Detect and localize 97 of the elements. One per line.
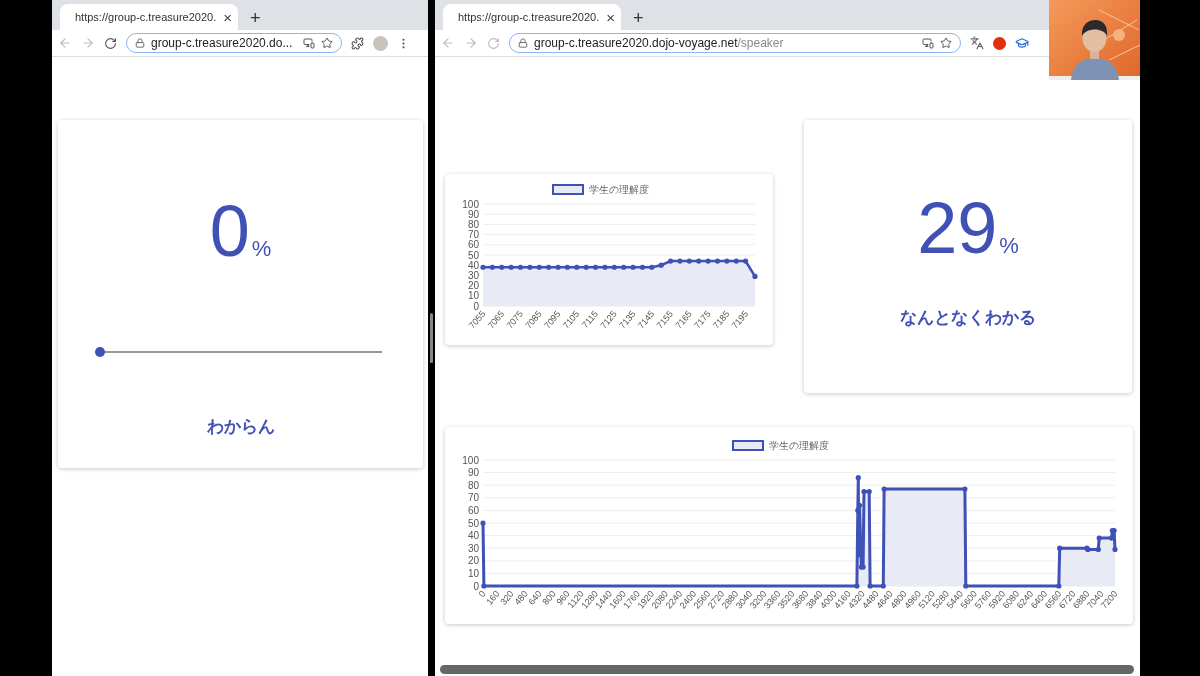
y-tick-label: 100 bbox=[462, 454, 479, 466]
y-tick-label: 90 bbox=[467, 467, 479, 479]
percent-unit: % bbox=[999, 233, 1019, 259]
translate-icon[interactable] bbox=[970, 36, 984, 50]
y-tick-label: 80 bbox=[467, 218, 479, 230]
y-tick-label: 80 bbox=[467, 479, 479, 491]
y-tick-label: 60 bbox=[467, 239, 479, 251]
data-point bbox=[668, 258, 674, 264]
data-point bbox=[733, 258, 739, 264]
data-point bbox=[564, 264, 570, 270]
legend-label: 学生の理解度 bbox=[589, 184, 649, 195]
data-point bbox=[583, 264, 589, 270]
slider-thumb[interactable] bbox=[94, 347, 105, 357]
data-point bbox=[630, 264, 636, 270]
data-point bbox=[480, 264, 486, 270]
chart-legend[interactable]: 学生の理解度 bbox=[552, 184, 649, 195]
data-point bbox=[527, 264, 533, 270]
y-tick-label: 0 bbox=[473, 300, 479, 312]
y-tick-label: 0 bbox=[473, 580, 479, 592]
legend-label: 学生の理解度 bbox=[769, 440, 829, 451]
data-point bbox=[1112, 546, 1118, 553]
data-point bbox=[1096, 535, 1102, 541]
data-point bbox=[611, 264, 617, 270]
y-tick-label: 10 bbox=[467, 567, 479, 579]
data-point bbox=[555, 264, 561, 270]
data-point bbox=[546, 264, 552, 270]
data-point bbox=[499, 264, 505, 270]
data-point bbox=[1095, 546, 1101, 553]
data-point bbox=[517, 264, 524, 270]
data-point bbox=[574, 264, 580, 270]
chart-legend[interactable]: 学生の理解度 bbox=[732, 440, 829, 451]
lock-icon bbox=[135, 38, 145, 48]
understanding-label: わからん bbox=[206, 416, 275, 438]
data-point bbox=[508, 264, 514, 270]
browser-tab[interactable]: https://group-c.treasure2020. × bbox=[60, 4, 238, 30]
data-point bbox=[714, 258, 721, 264]
y-tick-label: 20 bbox=[467, 280, 479, 292]
y-tick-label: 30 bbox=[467, 269, 479, 281]
new-tab-button[interactable]: + bbox=[629, 9, 648, 27]
y-tick-label: 50 bbox=[467, 517, 479, 529]
puzzle-icon[interactable] bbox=[351, 36, 364, 50]
y-tick-label: 20 bbox=[467, 555, 479, 567]
devices-icon[interactable] bbox=[922, 37, 934, 49]
data-point bbox=[696, 258, 702, 264]
data-point bbox=[855, 475, 861, 481]
data-point bbox=[963, 583, 969, 589]
y-tick-label: 70 bbox=[467, 492, 479, 504]
data-point bbox=[724, 258, 730, 264]
y-tick-label: 70 bbox=[467, 229, 479, 241]
extension-icon[interactable] bbox=[993, 36, 1006, 50]
y-tick-label: 50 bbox=[467, 249, 479, 261]
data-point bbox=[621, 264, 627, 270]
new-tab-button[interactable]: + bbox=[246, 9, 265, 27]
data-point bbox=[592, 264, 599, 270]
scrollbar[interactable] bbox=[440, 665, 1134, 674]
y-tick-label: 90 bbox=[467, 208, 479, 220]
data-point bbox=[743, 258, 749, 264]
data-point bbox=[881, 486, 887, 492]
data-point bbox=[481, 583, 487, 589]
reload-icon[interactable] bbox=[104, 36, 117, 50]
star-icon[interactable] bbox=[940, 37, 952, 49]
y-tick-label: 40 bbox=[467, 259, 479, 271]
data-point bbox=[1057, 545, 1063, 551]
data-point bbox=[1056, 583, 1062, 589]
data-point bbox=[962, 486, 968, 492]
tab-close-button[interactable]: × bbox=[606, 9, 615, 25]
percent-value: 29 bbox=[917, 192, 998, 264]
data-point bbox=[677, 258, 683, 264]
y-tick-label: 60 bbox=[467, 504, 479, 516]
star-icon[interactable] bbox=[321, 37, 333, 49]
data-point bbox=[649, 264, 655, 270]
y-tick-label: 30 bbox=[467, 542, 479, 554]
data-point bbox=[602, 264, 608, 270]
data-point bbox=[867, 583, 873, 589]
devices-icon[interactable] bbox=[303, 37, 315, 49]
data-point bbox=[705, 258, 711, 264]
data-point bbox=[856, 551, 862, 558]
y-tick-label: 100 bbox=[462, 198, 479, 210]
data-point bbox=[880, 583, 886, 589]
data-point bbox=[854, 583, 860, 589]
browser-tab[interactable]: https://group-c.treasure2020. × bbox=[443, 4, 621, 30]
divider-handle[interactable] bbox=[430, 313, 433, 363]
y-tick-label: 40 bbox=[467, 530, 479, 542]
y-tick-label: 10 bbox=[467, 290, 479, 302]
data-point bbox=[752, 273, 758, 279]
percent-value: 0 bbox=[209, 195, 250, 267]
tab-close-button[interactable]: × bbox=[223, 9, 232, 25]
data-point bbox=[536, 264, 542, 270]
data-point bbox=[480, 520, 486, 526]
lock-icon bbox=[518, 38, 528, 48]
data-point bbox=[489, 264, 495, 270]
graduation-cap-icon[interactable] bbox=[1015, 36, 1029, 50]
percent-unit: % bbox=[251, 236, 272, 262]
data-point bbox=[686, 258, 692, 264]
data-point bbox=[658, 262, 664, 268]
understanding-label: なんとなくわかる bbox=[900, 307, 1036, 329]
data-point bbox=[639, 264, 646, 270]
